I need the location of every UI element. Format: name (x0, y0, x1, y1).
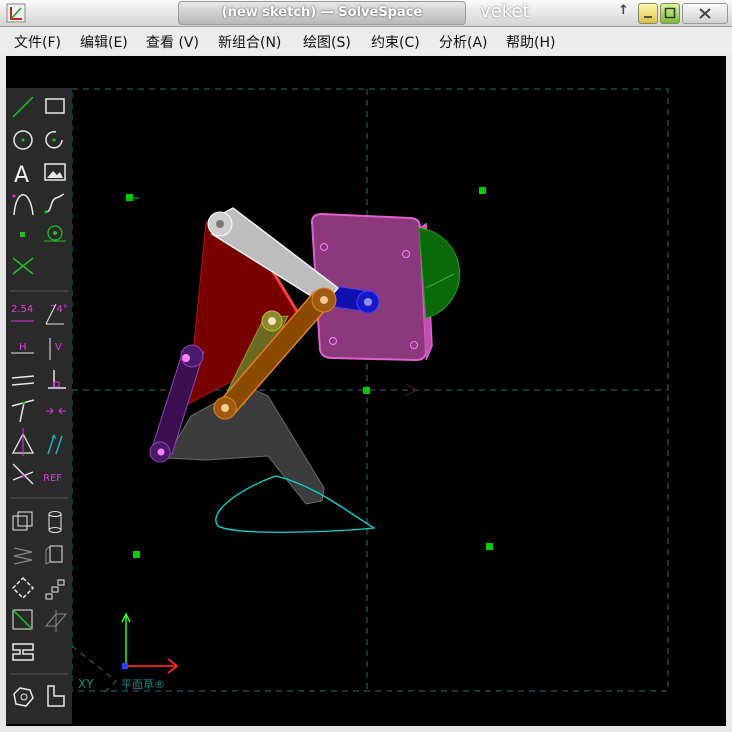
other-constraint-icon[interactable] (12, 463, 34, 485)
reference-toggle-icon[interactable]: REF (43, 473, 62, 484)
menu-help[interactable]: 帮助(H) (506, 32, 555, 52)
line-segment-tool-icon[interactable] (12, 96, 34, 118)
perpendicular-constraint-icon[interactable] (48, 370, 66, 389)
menu-view[interactable]: 查看 (V) (146, 32, 199, 52)
lathe-tool-icon[interactable] (48, 511, 62, 533)
menu-analyze[interactable]: 分析(A) (439, 32, 488, 52)
revolve-tool-icon[interactable] (45, 545, 63, 565)
title-bar[interactable]: (new sketch) — SolveSpace veket ↑ (0, 0, 732, 27)
menu-sketch[interactable]: 绘图(S) (303, 32, 351, 52)
graphics-viewport[interactable]: XY 平面草® (6, 56, 726, 726)
sketch-in-3d-tool-icon[interactable] (44, 610, 68, 632)
vertical-constraint-icon[interactable]: V (55, 342, 62, 353)
extrude-tool-icon[interactable] (12, 511, 33, 531)
point-on-line-constraint-icon[interactable] (11, 399, 35, 423)
step-rotate-tool-icon[interactable] (11, 576, 35, 600)
split-curves-tool-icon[interactable] (12, 257, 34, 275)
horizontal-constraint-icon[interactable]: H (19, 342, 27, 353)
minimize-icon (644, 16, 652, 18)
assemble-tool-icon[interactable] (12, 643, 34, 661)
coincident-constraint-icon[interactable] (46, 407, 66, 415)
maximize-button[interactable] (660, 3, 680, 24)
menu-new-group[interactable]: 新组合(N) (218, 32, 281, 52)
point-tool-icon[interactable] (20, 232, 25, 237)
circle-tool-icon[interactable] (13, 130, 33, 150)
parallel-constraint-icon[interactable] (11, 375, 35, 386)
window-title: (new sketch) — SolveSpace (178, 1, 466, 25)
green-half-disc[interactable] (418, 227, 461, 319)
up-arrow-icon[interactable]: ↑ (618, 3, 629, 18)
minimize-button[interactable] (638, 3, 658, 24)
text-tool-icon[interactable]: A (14, 163, 29, 188)
maximize-icon (664, 7, 676, 19)
rectangle-tool-icon[interactable] (45, 98, 65, 114)
helix-tool-icon[interactable] (13, 547, 33, 565)
spline-tool-icon[interactable] (44, 193, 65, 214)
distance-constraint-icon[interactable]: 2.54 (11, 304, 33, 315)
axis-label-xy: XY (78, 677, 94, 691)
shaded-solid-view-icon[interactable] (13, 687, 34, 707)
close-icon (699, 8, 711, 19)
menu-constrain[interactable]: 约束(C) (371, 32, 420, 52)
construction-point-icon[interactable] (44, 225, 66, 242)
gray-foot-plate[interactable] (165, 385, 325, 505)
image-tool-icon[interactable] (44, 163, 66, 181)
equal-length-constraint-icon[interactable] (47, 434, 63, 455)
symmetric-constraint-icon[interactable] (11, 428, 35, 456)
menu-file[interactable]: 文件(F) (14, 32, 61, 52)
host-label: veket (480, 1, 530, 22)
angle-constraint-icon[interactable]: 74° (50, 304, 68, 315)
step-translate-tool-icon[interactable] (45, 579, 65, 600)
sketch-toolbar: A 2.54 74° H V REF (6, 88, 72, 724)
menu-edit[interactable]: 编辑(E) (80, 32, 128, 52)
bezier-tool-icon[interactable] (12, 194, 34, 216)
section-view-icon[interactable] (47, 685, 65, 707)
close-button[interactable] (682, 3, 728, 24)
solvespace-app-icon[interactable] (6, 3, 26, 23)
workplane-tool-icon[interactable] (12, 609, 33, 630)
workplane-label: 平面草® (121, 678, 165, 691)
arc-tool-icon[interactable] (45, 131, 63, 149)
menu-bar: 文件(F) 编辑(E) 查看 (V) 新组合(N) 绘图(S) 约束(C) 分析… (0, 27, 732, 55)
